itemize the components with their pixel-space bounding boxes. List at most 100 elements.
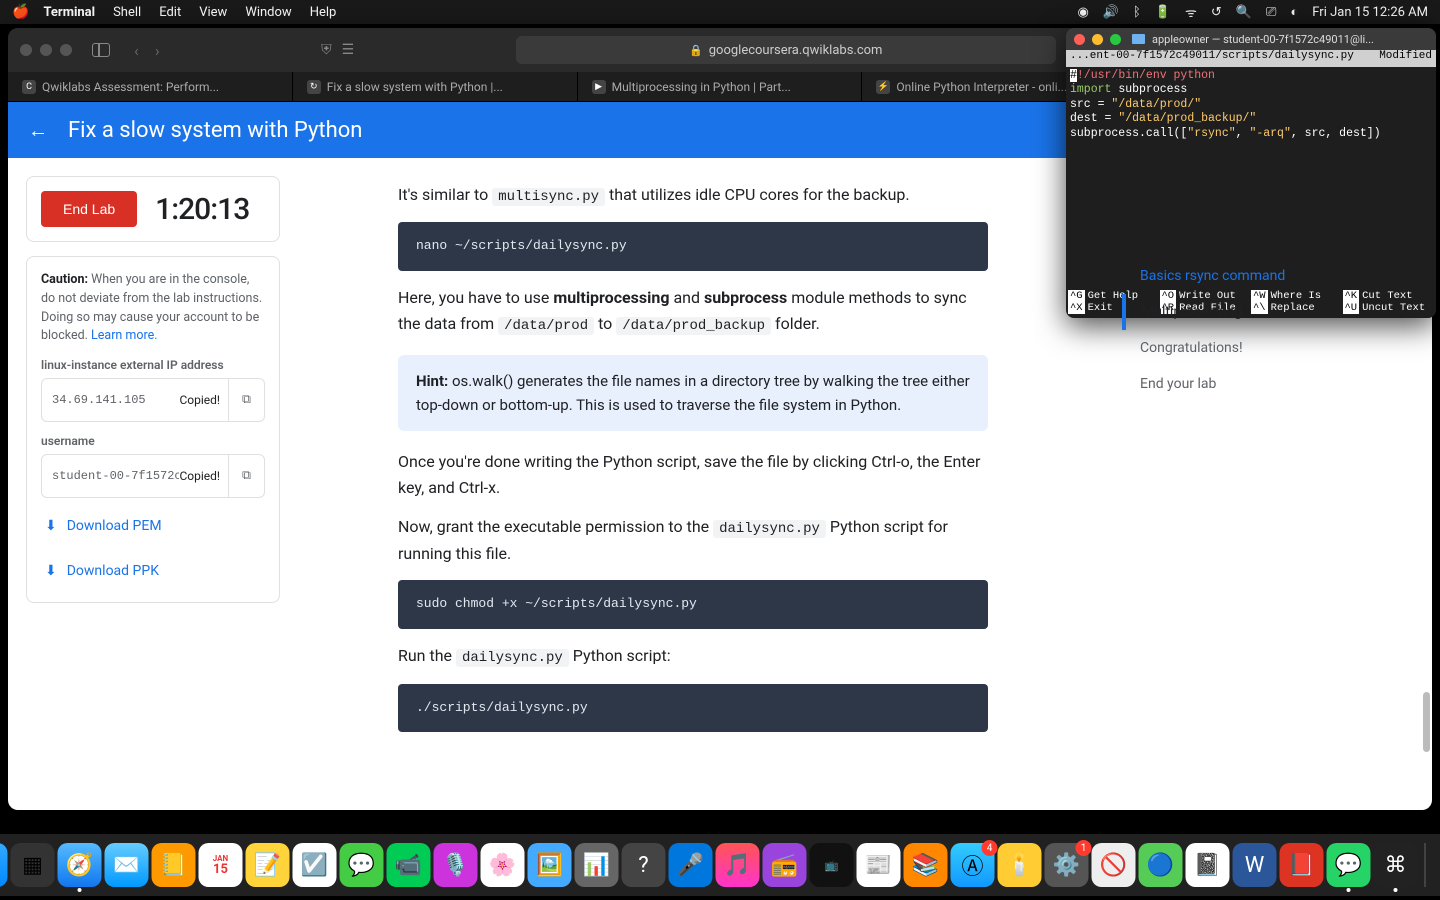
dock-podcasts[interactable]: 🎙️ — [434, 843, 478, 887]
code-inline: /data/prod_backup — [616, 317, 771, 335]
menu-window[interactable]: Window — [245, 5, 291, 20]
dock-contacts[interactable]: 📒 — [152, 843, 196, 887]
back-button[interactable]: ‹ — [134, 41, 139, 60]
timemachine-icon[interactable]: ↺ — [1211, 5, 1222, 20]
text: Here, you have to use — [398, 288, 553, 307]
code-text: subprocess.call([ — [1070, 127, 1187, 140]
dock: 😀 ▦ 🧭 ✉️ 📒 JAN15 📝 ☑️ 💬 📹 🎙️ 🌸 🖼️ 📊 ? 🎤 … — [0, 834, 1440, 896]
text: Python script: — [569, 646, 671, 665]
nav-item-rsync[interactable]: Basics rsync command — [1122, 258, 1412, 294]
dock-terminal[interactable]: ⌘ — [1374, 843, 1418, 887]
dock-keynote[interactable]: 🎤 — [669, 843, 713, 887]
dock-messages[interactable]: 💬 — [340, 843, 384, 887]
volume-icon[interactable]: 🔊 — [1103, 5, 1119, 20]
dock-whatsapp[interactable]: 💬 — [1327, 843, 1371, 887]
menu-help[interactable]: Help — [310, 5, 337, 20]
dock-news[interactable]: 📰 — [857, 843, 901, 887]
close-icon[interactable] — [1074, 34, 1085, 45]
download-pem-link[interactable]: ⬇Download PEM — [41, 510, 265, 543]
menubar-clock[interactable]: Fri Jan 15 12:26 AM — [1312, 5, 1428, 20]
dock-onenote[interactable]: 📓 — [1186, 843, 1230, 887]
dock-appstore[interactable]: Ⓐ4 — [951, 843, 995, 887]
right-nav: Basics rsync command Multiprocessing Con… — [1122, 258, 1412, 402]
tab-fix-slow[interactable]: ↻ Fix a slow system with Python |... — [293, 72, 578, 101]
apple-menu-icon[interactable]: 🍎 — [12, 4, 29, 20]
nav-item-multiprocessing[interactable]: Multiprocessing — [1122, 294, 1412, 330]
copy-button[interactable]: ⧉ — [228, 455, 264, 497]
shield-icon[interactable]: ⛨ — [321, 42, 332, 58]
code-block: nano ~/scripts/dailysync.py — [398, 222, 988, 271]
cursor: # — [1070, 69, 1077, 82]
code-text: src = — [1070, 98, 1111, 111]
dock-notes[interactable]: 📝 — [246, 843, 290, 887]
learn-more-link[interactable]: Learn more. — [91, 328, 158, 343]
control-center-icon[interactable]: ⎚ — [1266, 5, 1276, 20]
terminal-titlebar[interactable]: appleowner — student-00-7f1572c49011@li.… — [1066, 28, 1436, 50]
dock-books[interactable]: 📚 — [904, 843, 948, 887]
dock-reminders[interactable]: ☑️ — [293, 843, 337, 887]
key: ^X — [1068, 302, 1085, 314]
sidebar-toggle-icon[interactable] — [92, 43, 110, 57]
dock-app3[interactable]: 🔵 — [1139, 843, 1183, 887]
text: folder. — [771, 314, 820, 333]
siri-icon[interactable]: ◐ — [1290, 4, 1298, 20]
nav-item-congrats[interactable]: Congratulations! — [1122, 330, 1412, 366]
dock-acrobat[interactable]: 📕 — [1280, 843, 1324, 887]
forward-button[interactable]: › — [155, 41, 160, 60]
favicon-icon: C — [22, 80, 36, 94]
favicon-icon: ↻ — [307, 80, 321, 94]
text: and — [669, 288, 704, 307]
minimize-icon[interactable] — [1092, 34, 1103, 45]
favicon-icon: ▶ — [592, 80, 606, 94]
dock-facetime[interactable]: 📹 — [387, 843, 431, 887]
record-icon[interactable]: ◉ — [1078, 5, 1089, 20]
dock-numbers[interactable]: 📊 — [575, 843, 619, 887]
folder-icon — [1132, 34, 1145, 44]
dock-word[interactable]: W — [1233, 843, 1277, 887]
menubar-app-name[interactable]: Terminal — [43, 5, 95, 20]
page-back-button[interactable]: ← — [28, 118, 48, 143]
dock-safari[interactable]: 🧭 — [58, 843, 102, 887]
nav-item-end[interactable]: End your lab — [1122, 366, 1412, 402]
code-block: sudo chmod +x ~/scripts/dailysync.py — [398, 580, 988, 629]
menu-shell[interactable]: Shell — [113, 5, 141, 20]
window-traffic-lights[interactable] — [20, 44, 72, 56]
bluetooth-icon[interactable]: ᛒ — [1133, 5, 1141, 20]
url-text: googlecoursera.qwiklabs.com — [709, 43, 883, 58]
dock-finder[interactable]: 😀 — [0, 843, 8, 887]
page-title: Fix a slow system with Python — [68, 118, 362, 143]
text: Run the — [398, 646, 456, 665]
menu-edit[interactable]: Edit — [159, 5, 181, 20]
dock-trash[interactable]: 🗑️ — [1433, 843, 1440, 887]
dock-mail[interactable]: ✉️ — [105, 843, 149, 887]
terminal-body[interactable]: #!/usr/bin/env python import subprocess … — [1066, 67, 1436, 288]
dock-app2[interactable]: 🚫 — [1092, 843, 1136, 887]
download-ppk-link[interactable]: ⬇Download PPK — [41, 555, 265, 588]
reader-icon[interactable]: ☰ — [342, 42, 355, 58]
spotlight-icon[interactable]: 🔍 — [1236, 5, 1252, 20]
tab-label: Fix a slow system with Python |... — [327, 80, 503, 94]
dock-settings[interactable]: ⚙️1 — [1045, 843, 1089, 887]
dock-tv[interactable]: 📺 — [810, 843, 854, 887]
battery-icon[interactable]: 🔋 — [1155, 5, 1171, 20]
copy-button[interactable]: ⧉ — [228, 379, 264, 421]
dock-podcasts2[interactable]: 📻 — [763, 843, 807, 887]
dock-help[interactable]: ? — [622, 843, 666, 887]
text-bold: multiprocessing — [553, 288, 669, 307]
tab-qwiklabs[interactable]: CQwiklabs Assessment: Perform... — [8, 72, 293, 101]
dock-calendar[interactable]: JAN15 — [199, 843, 243, 887]
dock-photos[interactable]: 🌸 — [481, 843, 525, 887]
lock-icon: 🔒 — [689, 44, 703, 57]
text: It's similar to — [398, 185, 492, 204]
menu-view[interactable]: View — [199, 5, 227, 20]
wifi-icon[interactable]: ᯤ — [1185, 3, 1197, 21]
dock-preview[interactable]: 🖼️ — [528, 843, 572, 887]
tab-multiprocessing[interactable]: ▶Multiprocessing in Python | Part... — [578, 72, 863, 101]
dock-launchpad[interactable]: ▦ — [11, 843, 55, 887]
end-lab-button[interactable]: End Lab — [41, 191, 137, 227]
dock-app1[interactable]: 🕯️ — [998, 843, 1042, 887]
dock-music[interactable]: 🎵 — [716, 843, 760, 887]
zoom-icon[interactable] — [1110, 34, 1121, 45]
scrollbar[interactable] — [1423, 692, 1430, 752]
address-bar[interactable]: 🔒 googlecoursera.qwiklabs.com — [516, 36, 1056, 64]
